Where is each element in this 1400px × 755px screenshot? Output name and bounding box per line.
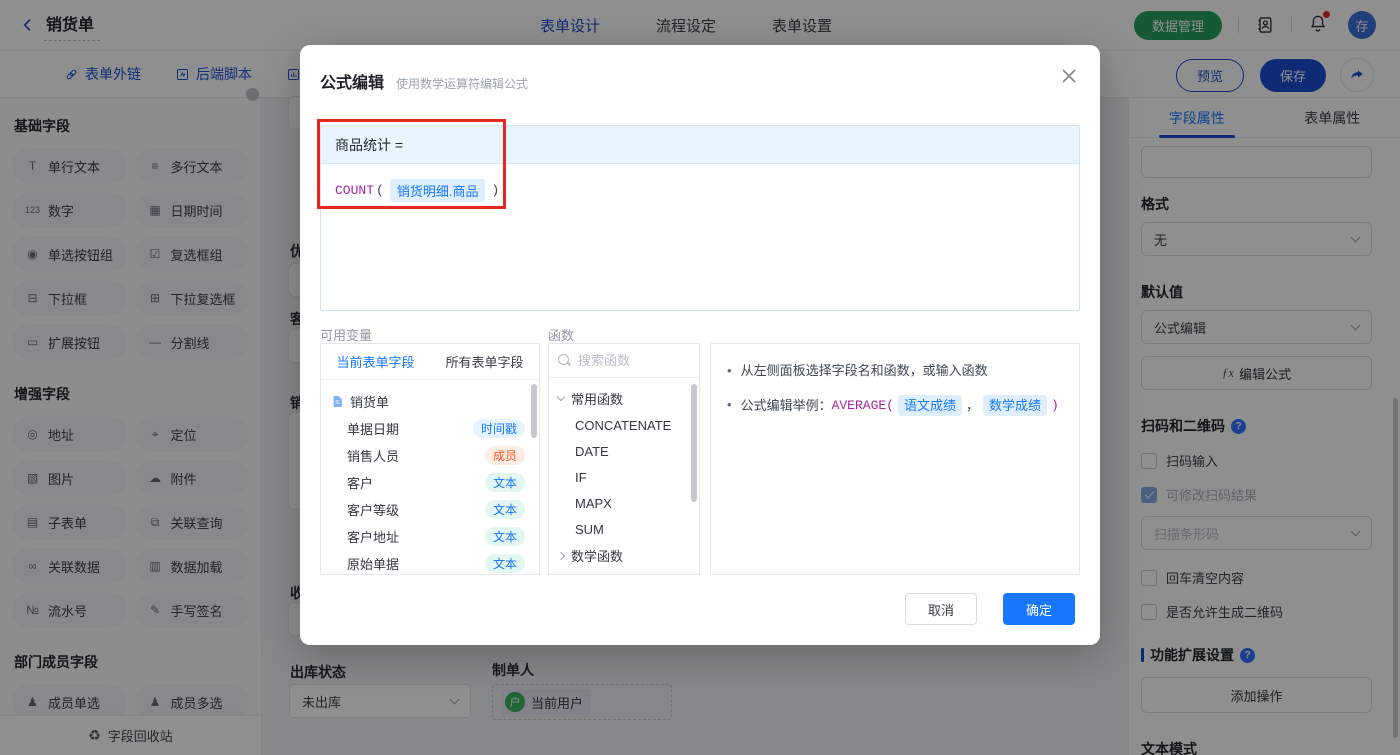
function-item[interactable]: DATE <box>558 438 690 464</box>
type-badge: 文本 <box>484 473 525 492</box>
functions-label: 函数 <box>548 328 575 343</box>
paren-close: ) <box>1051 398 1059 413</box>
modal-title: 公式编辑 <box>320 75 385 92</box>
variable-item[interactable]: 客户等级 文本 <box>321 496 539 523</box>
close-button[interactable] <box>1060 67 1078 85</box>
example-field-chip: 语文成绩 <box>898 395 963 416</box>
type-badge: 文本 <box>484 554 525 573</box>
variable-item[interactable]: 客户地址 文本 <box>321 523 539 550</box>
variable-item[interactable]: 单据日期 时间戳 <box>321 415 539 442</box>
function-group-common[interactable]: 常用函数 <box>556 385 690 412</box>
formula-expression[interactable]: COUNT ( 销货明细.商品 ) <box>321 164 1079 217</box>
function-tree: 常用函数 CONCATENATE DATE IF MAPX SUM 数学函数 文… <box>549 378 699 574</box>
tab-all-form-fields[interactable]: 所有表单字段 <box>430 344 539 379</box>
type-badge: 成员 <box>484 446 525 465</box>
paren-close: ) <box>491 183 500 198</box>
close-icon <box>1062 69 1076 83</box>
function-group-text[interactable]: 文本函数 <box>558 569 690 574</box>
formula-target: 商品统计 = <box>321 126 1079 164</box>
type-badge: 时间戳 <box>472 419 525 438</box>
scrollbar-thumb[interactable] <box>691 384 697 502</box>
function-group-math[interactable]: 数学函数 <box>556 542 690 569</box>
variable-item[interactable]: 销售人员 成员 <box>321 442 539 469</box>
variable-item[interactable]: 原始单据 文本 <box>321 550 539 574</box>
type-badge: 文本 <box>484 527 525 546</box>
functions-panel: 常用函数 CONCATENATE DATE IF MAPX SUM 数学函数 文… <box>548 343 700 575</box>
formula-editor-area[interactable]: 商品统计 = COUNT ( 销货明细.商品 ) <box>320 125 1080 311</box>
scrollbar-thumb[interactable] <box>531 384 537 438</box>
variables-panel: 当前表单字段 所有表单字段 销货单 单据日期 时间戳 销售人员 成员 客户 文本 客户… <box>320 343 540 575</box>
example-function-token: AVERAGE( <box>831 398 894 413</box>
function-search <box>549 344 699 378</box>
function-item[interactable]: IF <box>558 464 690 490</box>
function-item[interactable]: MAPX <box>558 490 690 516</box>
formula-editor-modal: 公式编辑 使用数学运算符编辑公式 商品统计 = COUNT ( 销货明细.商品 … <box>300 45 1100 645</box>
search-icon <box>558 354 571 367</box>
type-badge: 文本 <box>484 500 525 519</box>
modal-header: 公式编辑 使用数学运算符编辑公式 <box>300 45 1100 93</box>
function-item[interactable]: SUM <box>558 516 690 542</box>
variable-item[interactable]: 客户 文本 <box>321 469 539 496</box>
app-window: 销货单 表单设计 流程设定 表单设置 数据管理 存 表单外链 后端脚本 预览 保… <box>0 0 1400 755</box>
function-search-input[interactable] <box>578 353 690 368</box>
tips-panel: 从左侧面板选择字段名和函数，或输入函数 公式编辑举例： AVERAGE( 语文成… <box>710 343 1080 575</box>
variables-tabs: 当前表单字段 所有表单字段 <box>321 344 539 380</box>
variable-root-form[interactable]: 销货单 <box>321 387 539 415</box>
variables-label: 可用变量 <box>320 328 373 343</box>
field-chip[interactable]: 销货明细.商品 <box>389 179 486 202</box>
modal-subtitle: 使用数学运算符编辑公式 <box>396 77 529 91</box>
function-item[interactable]: CONCATENATE <box>558 412 690 438</box>
confirm-button[interactable]: 确定 <box>1003 593 1075 625</box>
tab-current-form-fields[interactable]: 当前表单字段 <box>321 344 430 379</box>
tip-line-2: 公式编辑举例： AVERAGE( 语文成绩 ， 数学成绩 ) <box>727 395 1063 416</box>
cancel-button[interactable]: 取消 <box>905 593 977 625</box>
variables-list: 销货单 单据日期 时间戳 销售人员 成员 客户 文本 客户等级 文本 客户地址 文本 原始… <box>321 380 539 574</box>
chevron-down-icon <box>556 392 566 402</box>
paren-open: ( <box>376 183 384 198</box>
formula-function-token: COUNT <box>335 183 375 198</box>
chevron-right-icon <box>556 551 566 560</box>
tip-line-1: 从左侧面板选择字段名和函数，或输入函数 <box>727 361 1063 380</box>
example-field-chip: 数学成绩 <box>983 395 1048 416</box>
form-doc-icon <box>333 395 342 407</box>
